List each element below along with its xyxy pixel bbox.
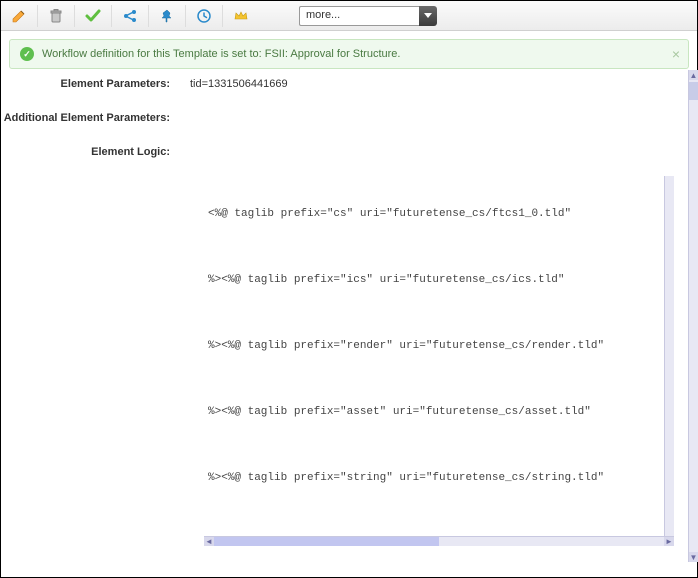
crown-button[interactable] [229,4,253,28]
workflow-notice: Workflow definition for this Template is… [9,39,689,69]
separator [37,5,38,27]
scroll-down-arrow[interactable]: ▼ [689,552,698,562]
code-line: %><%@ taglib prefix="asset" uri="futuret… [208,405,662,420]
edit-button[interactable] [7,4,31,28]
delete-button[interactable] [44,4,68,28]
pushpin-icon [159,8,175,24]
more-select-dropdown-button[interactable] [419,6,437,26]
pencil-icon [11,8,27,24]
notice-text: Workflow definition for this Template is… [42,48,400,60]
more-select-value[interactable]: more... [299,6,419,26]
share-button[interactable] [118,4,142,28]
separator [222,5,223,27]
scroll-up-arrow[interactable]: ▲ [689,70,698,80]
code-horizontal-scrollbar[interactable]: ◄ ► [204,536,674,546]
element-parameters-label: Element Parameters: [0,76,190,90]
code-line: %><%@ taglib prefix="render" uri="future… [208,339,662,354]
code-line: %><%@ taglib prefix="string" uri="future… [208,471,662,486]
element-logic-code: <%@ taglib prefix="cs" uri="futuretense_… [204,176,674,546]
separator [185,5,186,27]
code-vertical-scrollbar[interactable] [664,176,674,536]
additional-element-parameters-label: Additional Element Parameters: [0,110,190,124]
scroll-right-arrow[interactable]: ► [664,537,674,546]
page-vertical-scrollbar[interactable]: ▲ ▼ [688,70,698,562]
notice-close-button[interactable]: × [672,46,680,62]
element-logic-label: Element Logic: [0,144,190,158]
code-line: %><%@ taglib prefix="ics" uri="futureten… [208,273,662,288]
scroll-thumb[interactable] [214,537,439,546]
separator [148,5,149,27]
scroll-left-arrow[interactable]: ◄ [204,537,214,546]
success-icon [20,47,34,61]
trash-icon [48,8,64,24]
scroll-track[interactable] [214,537,664,546]
content-panel: Element Parameters: tid=1331506441669 Ad… [0,70,688,562]
code-line: <%@ taglib prefix="cs" uri="futuretense_… [208,207,662,222]
toolbar: more... [1,1,697,31]
element-parameters-value: tid=1331506441669 [190,76,688,90]
chevron-down-icon [424,13,432,18]
bookmark-button[interactable] [155,4,179,28]
separator [74,5,75,27]
separator [111,5,112,27]
additional-element-parameters-value [190,110,688,112]
clock-icon [196,8,212,24]
crown-icon [233,8,249,24]
approve-button[interactable] [81,4,105,28]
share-icon [122,8,138,24]
check-icon [85,8,101,24]
scroll-thumb[interactable] [689,82,698,100]
history-button[interactable] [192,4,216,28]
more-select[interactable]: more... [299,6,437,26]
